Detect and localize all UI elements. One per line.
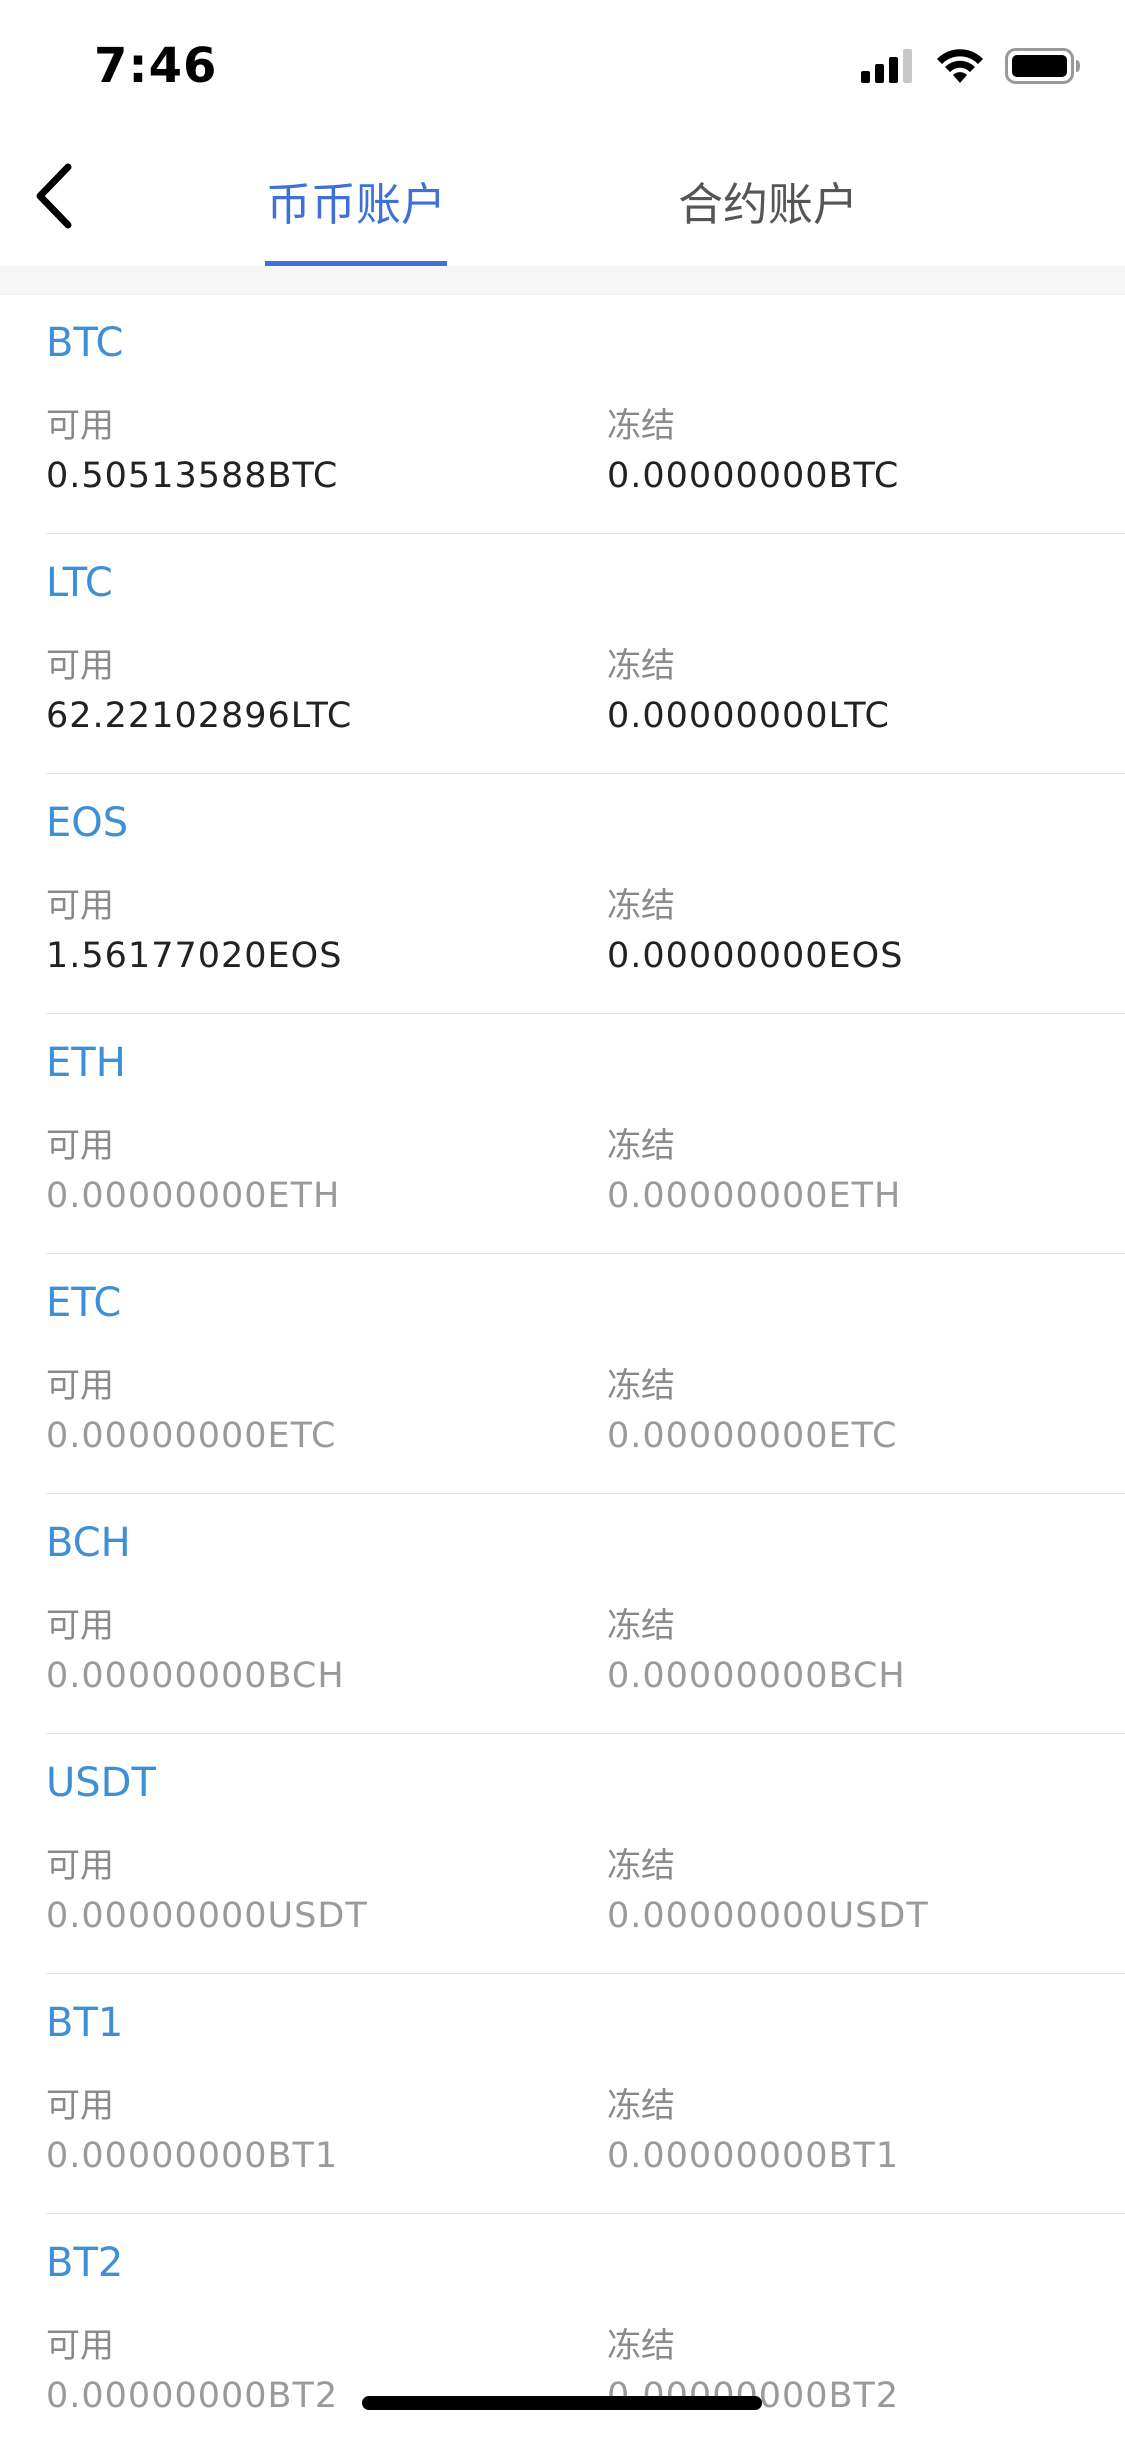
coin-name: USDT bbox=[46, 1760, 156, 1806]
chevron-left-icon bbox=[32, 163, 76, 233]
coin-name: LTC bbox=[46, 560, 113, 606]
home-indicator[interactable] bbox=[362, 2396, 762, 2410]
asset-row-usdt[interactable]: USDT 可用 冻结 0.00000000USDT 0.00000000USDT bbox=[46, 1734, 1125, 1974]
coin-name: BT1 bbox=[46, 2000, 124, 2046]
frozen-label: 冻结 bbox=[607, 406, 675, 446]
available-value: 62.22102896LTC bbox=[46, 696, 353, 736]
available-value: 0.00000000USDT bbox=[46, 1896, 368, 1936]
back-button[interactable] bbox=[14, 158, 94, 238]
coin-name: BCH bbox=[46, 1520, 131, 1566]
frozen-label: 冻结 bbox=[607, 1606, 675, 1646]
coin-name: BTC bbox=[46, 320, 124, 366]
nav-bar: 币币账户 合约账户 bbox=[0, 132, 1125, 266]
frozen-label: 冻结 bbox=[607, 2086, 675, 2126]
available-value: 0.00000000BT2 bbox=[46, 2376, 339, 2416]
frozen-value: 0.00000000USDT bbox=[607, 1896, 929, 1936]
asset-row-btc[interactable]: BTC 可用 冻结 0.50513588BTC 0.00000000BTC bbox=[46, 294, 1125, 534]
frozen-value: 0.00000000ETC bbox=[607, 1416, 898, 1456]
tab-contract-account[interactable]: 合约账户 bbox=[676, 168, 860, 266]
frozen-value: 0.00000000BCH bbox=[607, 1656, 906, 1696]
available-label: 可用 bbox=[46, 646, 114, 686]
available-value: 0.50513588BTC bbox=[46, 456, 339, 496]
frozen-label: 冻结 bbox=[607, 1846, 675, 1886]
frozen-label: 冻结 bbox=[607, 1126, 675, 1166]
frozen-value: 0.00000000LTC bbox=[607, 696, 890, 736]
available-label: 可用 bbox=[46, 1366, 114, 1406]
coin-name: EOS bbox=[46, 800, 129, 846]
available-label: 可用 bbox=[46, 1126, 114, 1166]
coin-name: ETC bbox=[46, 1280, 122, 1326]
frozen-label: 冻结 bbox=[607, 2326, 675, 2366]
coin-name: BT2 bbox=[46, 2240, 124, 2286]
available-value: 0.00000000ETC bbox=[46, 1416, 337, 1456]
asset-row-bt2[interactable]: BT2 可用 冻结 0.00000000BT2 0.00000000BT2 bbox=[46, 2214, 1125, 2454]
battery-icon bbox=[1005, 48, 1081, 88]
status-icons bbox=[861, 48, 1081, 88]
available-label: 可用 bbox=[46, 886, 114, 926]
available-label: 可用 bbox=[46, 2086, 114, 2126]
cellular-signal-icon bbox=[861, 49, 915, 87]
frozen-value: 0.00000000BTC bbox=[607, 456, 900, 496]
section-divider bbox=[0, 266, 1125, 295]
wifi-icon bbox=[937, 49, 983, 87]
available-label: 可用 bbox=[46, 406, 114, 446]
asset-row-bt1[interactable]: BT1 可用 冻结 0.00000000BT1 0.00000000BT1 bbox=[46, 1974, 1125, 2214]
available-label: 可用 bbox=[46, 2326, 114, 2366]
available-value: 1.56177020EOS bbox=[46, 936, 343, 976]
available-label: 可用 bbox=[46, 1606, 114, 1646]
asset-row-etc[interactable]: ETC 可用 冻结 0.00000000ETC 0.00000000ETC bbox=[46, 1254, 1125, 1494]
coin-name: ETH bbox=[46, 1040, 126, 1086]
asset-row-eos[interactable]: EOS 可用 冻结 1.56177020EOS 0.00000000EOS bbox=[46, 774, 1125, 1014]
asset-row-eth[interactable]: ETH 可用 冻结 0.00000000ETH 0.00000000ETH bbox=[46, 1014, 1125, 1254]
available-value: 0.00000000BT1 bbox=[46, 2136, 339, 2176]
frozen-label: 冻结 bbox=[607, 646, 675, 686]
available-value: 0.00000000ETH bbox=[46, 1176, 341, 1216]
asset-row-ltc[interactable]: LTC 可用 冻结 62.22102896LTC 0.00000000LTC bbox=[46, 534, 1125, 774]
available-label: 可用 bbox=[46, 1846, 114, 1886]
frozen-label: 冻结 bbox=[607, 1366, 675, 1406]
frozen-value: 0.00000000ETH bbox=[607, 1176, 902, 1216]
status-bar: 7:46 bbox=[0, 0, 1125, 132]
status-time: 7:46 bbox=[94, 38, 218, 94]
tab-spot-account[interactable]: 币币账户 bbox=[265, 168, 447, 266]
frozen-value: 0.00000000EOS bbox=[607, 936, 904, 976]
asset-row-bch[interactable]: BCH 可用 冻结 0.00000000BCH 0.00000000BCH bbox=[46, 1494, 1125, 1734]
available-value: 0.00000000BCH bbox=[46, 1656, 345, 1696]
frozen-label: 冻结 bbox=[607, 886, 675, 926]
asset-list: BTC 可用 冻结 0.50513588BTC 0.00000000BTC LT… bbox=[0, 294, 1125, 2454]
frozen-value: 0.00000000BT1 bbox=[607, 2136, 900, 2176]
